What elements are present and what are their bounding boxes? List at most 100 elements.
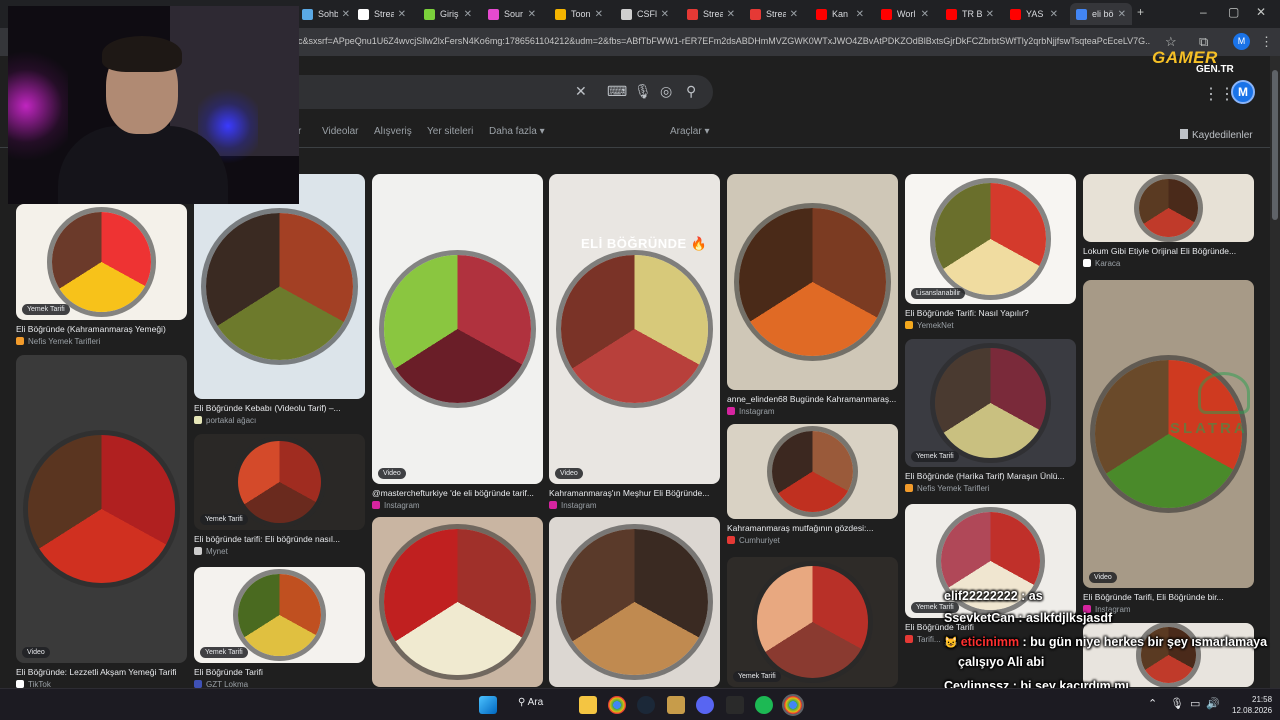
page-scrollbar[interactable] bbox=[1270, 56, 1280, 688]
tray-chevron-icon[interactable]: ⌃ bbox=[1148, 697, 1157, 710]
result-thumbnail[interactable] bbox=[372, 174, 543, 484]
result-thumbnail[interactable] bbox=[727, 557, 898, 687]
result-thumbnail[interactable] bbox=[372, 517, 543, 687]
image-result[interactable]: anne_elinden68 Bugünde Kahramanmaraş... I… bbox=[727, 174, 898, 420]
url-field[interactable]: c&sxsrf=APpeQnu1U6Z4wvcjSllw2lxFersN4Ko6… bbox=[298, 36, 1150, 46]
image-result[interactable]: Kahramanmaraş mutfağının gözdesi:... Cumh… bbox=[727, 424, 898, 549]
image-result[interactable]: Yemek Tarifi Eli böğründe tarifi: Eli böğ… bbox=[194, 434, 365, 560]
result-caption[interactable]: Eli Böğründe (Harika Tarif) Maraşın Ünlü… bbox=[905, 471, 1076, 481]
result-source[interactable]: Cumhuriyet bbox=[727, 536, 780, 545]
tab-close-icon[interactable]: ✕ bbox=[1050, 9, 1058, 20]
result-source[interactable]: Nefis Yemek Tarifleri bbox=[905, 484, 989, 493]
tab-close-icon[interactable]: ✕ bbox=[986, 9, 994, 20]
browser-tab[interactable]: Worl ✕ bbox=[875, 3, 935, 25]
result-thumbnail[interactable] bbox=[727, 424, 898, 519]
result-caption[interactable]: anne_elinden68 Bugünde Kahramanmaraş... bbox=[727, 394, 898, 404]
result-caption[interactable]: Eli Böğründe (Kahramanmaraş Yemeği) bbox=[16, 324, 187, 334]
scrollbar-thumb[interactable] bbox=[1272, 70, 1278, 220]
tab-more[interactable]: Daha fazla ▾ bbox=[489, 126, 545, 137]
result-caption[interactable]: Kahramanmaraş'ın Meşhur Eli Böğründe... bbox=[549, 488, 720, 498]
clock[interactable]: 21:58 12.08.2026 bbox=[1232, 694, 1272, 716]
result-caption[interactable]: Lokum Gibi Etiyle Orijinal Eli Böğründe.… bbox=[1083, 246, 1254, 256]
volume-icon[interactable]: 🔊 bbox=[1206, 697, 1220, 710]
browser-tab[interactable]: Giriş ✕ bbox=[418, 3, 478, 25]
close-window-button[interactable]: ✕ bbox=[1256, 5, 1266, 19]
tab-close-icon[interactable]: ✕ bbox=[528, 9, 536, 20]
tab-close-icon[interactable]: ✕ bbox=[790, 9, 798, 20]
browser-tab[interactable]: Kan ✕ bbox=[810, 3, 870, 25]
result-source[interactable]: Mynet bbox=[194, 547, 228, 556]
google-account-avatar[interactable]: M bbox=[1231, 80, 1255, 104]
browser-menu-icon[interactable]: ⋮ bbox=[1260, 34, 1273, 50]
image-result[interactable]: Yemek Tarifi Eli Böğründe (Kahramanmaraş … bbox=[16, 204, 187, 350]
result-thumbnail[interactable] bbox=[16, 355, 187, 663]
browser-tab[interactable]: Sour ✕ bbox=[482, 3, 542, 25]
tab-close-icon[interactable]: ✕ bbox=[342, 9, 350, 20]
tab-close-icon[interactable]: ✕ bbox=[856, 9, 864, 20]
steam-icon[interactable] bbox=[637, 696, 655, 714]
browser-tab[interactable]: Sohb ✕ bbox=[296, 3, 356, 25]
browser-tab[interactable]: Strea ✕ bbox=[744, 3, 804, 25]
tab-videos[interactable]: Videolar bbox=[322, 126, 359, 137]
result-thumbnail[interactable] bbox=[727, 174, 898, 390]
browser-tab[interactable]: Strea ✕ bbox=[352, 3, 412, 25]
keyboard-icon[interactable]: ⌨ bbox=[607, 83, 627, 100]
result-caption[interactable]: Eli Böğründe Kebabı (Videolu Tarif) –... bbox=[194, 403, 365, 413]
result-caption[interactable]: Eli Böğründe Tarifi: Nasıl Yapılır? bbox=[905, 308, 1076, 318]
tab-close-icon[interactable]: ✕ bbox=[464, 9, 472, 20]
saved-button[interactable]: Kaydedilenler bbox=[1180, 129, 1253, 141]
image-result[interactable] bbox=[1083, 623, 1254, 687]
image-result[interactable]: Yemek Tarifi Eli Böğründe Tarifi Tarifi... bbox=[905, 504, 1076, 648]
network-icon[interactable]: ▭ bbox=[1190, 697, 1200, 710]
result-thumbnail[interactable] bbox=[905, 339, 1076, 467]
taskbar-search[interactable]: ⚲ Ara bbox=[518, 697, 543, 708]
result-source[interactable]: Tarifi... bbox=[905, 635, 941, 644]
tab-close-icon[interactable]: ✕ bbox=[921, 9, 929, 20]
browser-tab[interactable]: Toon ✕ bbox=[549, 3, 609, 25]
browser-tab[interactable]: CSFlo ✕ bbox=[615, 3, 675, 25]
microphone-tray-icon[interactable]: 🎙 bbox=[1170, 697, 1184, 710]
tab-close-icon[interactable]: ✕ bbox=[1118, 9, 1126, 20]
discord-icon[interactable] bbox=[696, 696, 714, 714]
browser-tab[interactable]: YAS ✕ bbox=[1004, 3, 1064, 25]
result-source[interactable]: Instagram bbox=[727, 407, 775, 416]
search-icon[interactable]: ⚲ bbox=[686, 83, 696, 100]
chrome-icon[interactable] bbox=[608, 696, 626, 714]
browser-profile-avatar[interactable]: M bbox=[1233, 33, 1250, 50]
epic-games-icon[interactable] bbox=[726, 696, 744, 714]
tools-button[interactable]: Araçlar ▾ bbox=[670, 126, 710, 137]
image-result[interactable] bbox=[372, 517, 543, 687]
image-result[interactable]: Yemek Tarifi Eli Böğründe Tarifi GZT Lokma bbox=[194, 567, 365, 693]
clear-search-icon[interactable]: ✕ bbox=[575, 83, 587, 100]
result-source[interactable]: Instagram bbox=[372, 501, 420, 510]
spotify-icon[interactable] bbox=[755, 696, 773, 714]
result-thumbnail[interactable]: ELİ BÖĞRÜNDE 🔥 bbox=[549, 174, 720, 484]
lens-search-icon[interactable]: ◎ bbox=[660, 83, 672, 100]
browser-tab[interactable]: TR B ✕ bbox=[940, 3, 1000, 25]
browser-tab[interactable]: eli bö ✕ bbox=[1070, 3, 1132, 25]
tab-shopping[interactable]: Alışveriş bbox=[374, 126, 412, 137]
tab-websites[interactable]: Yer siteleri bbox=[427, 126, 473, 137]
result-caption[interactable]: Eli Böğründe Tarifi bbox=[194, 667, 365, 677]
result-source[interactable]: YemekNet bbox=[905, 321, 954, 330]
image-result[interactable]: Video Eli Böğründe Tarifi, Eli Böğründe b… bbox=[1083, 280, 1254, 618]
result-source[interactable]: Karaca bbox=[1083, 259, 1120, 268]
result-caption[interactable]: Eli böğründe tarifi: Eli böğründe nasıl.… bbox=[194, 534, 365, 544]
result-caption[interactable]: Eli Böğründe Tarifi, Eli Böğründe bir... bbox=[1083, 592, 1254, 602]
result-caption[interactable]: Eli Böğründe: Lezzetli Akşam Yemeği Tari… bbox=[16, 667, 187, 677]
result-thumbnail[interactable] bbox=[1083, 174, 1254, 242]
result-thumbnail[interactable] bbox=[16, 204, 187, 320]
tab-close-icon[interactable]: ✕ bbox=[398, 9, 406, 20]
image-result[interactable]: ELİ BÖĞRÜNDE 🔥 Video Kahramanmaraş'ın Meşh… bbox=[549, 174, 720, 514]
tab-close-icon[interactable]: ✕ bbox=[727, 9, 735, 20]
image-result[interactable]: Lokum Gibi Etiyle Orijinal Eli Böğründe.… bbox=[1083, 174, 1254, 272]
maximize-button[interactable]: ▢ bbox=[1228, 5, 1239, 19]
new-tab-button[interactable]: + bbox=[1137, 5, 1144, 19]
file-explorer-icon[interactable] bbox=[579, 696, 597, 714]
chrome-active-icon[interactable] bbox=[782, 694, 804, 716]
tab-close-icon[interactable]: ✕ bbox=[595, 9, 603, 20]
game-app-icon[interactable] bbox=[667, 696, 685, 714]
browser-tab[interactable]: Strea ✕ bbox=[681, 3, 741, 25]
result-thumbnail[interactable] bbox=[905, 174, 1076, 304]
image-result[interactable]: Video Eli Böğründe: Lezzetli Akşam Yemeği… bbox=[16, 355, 187, 693]
